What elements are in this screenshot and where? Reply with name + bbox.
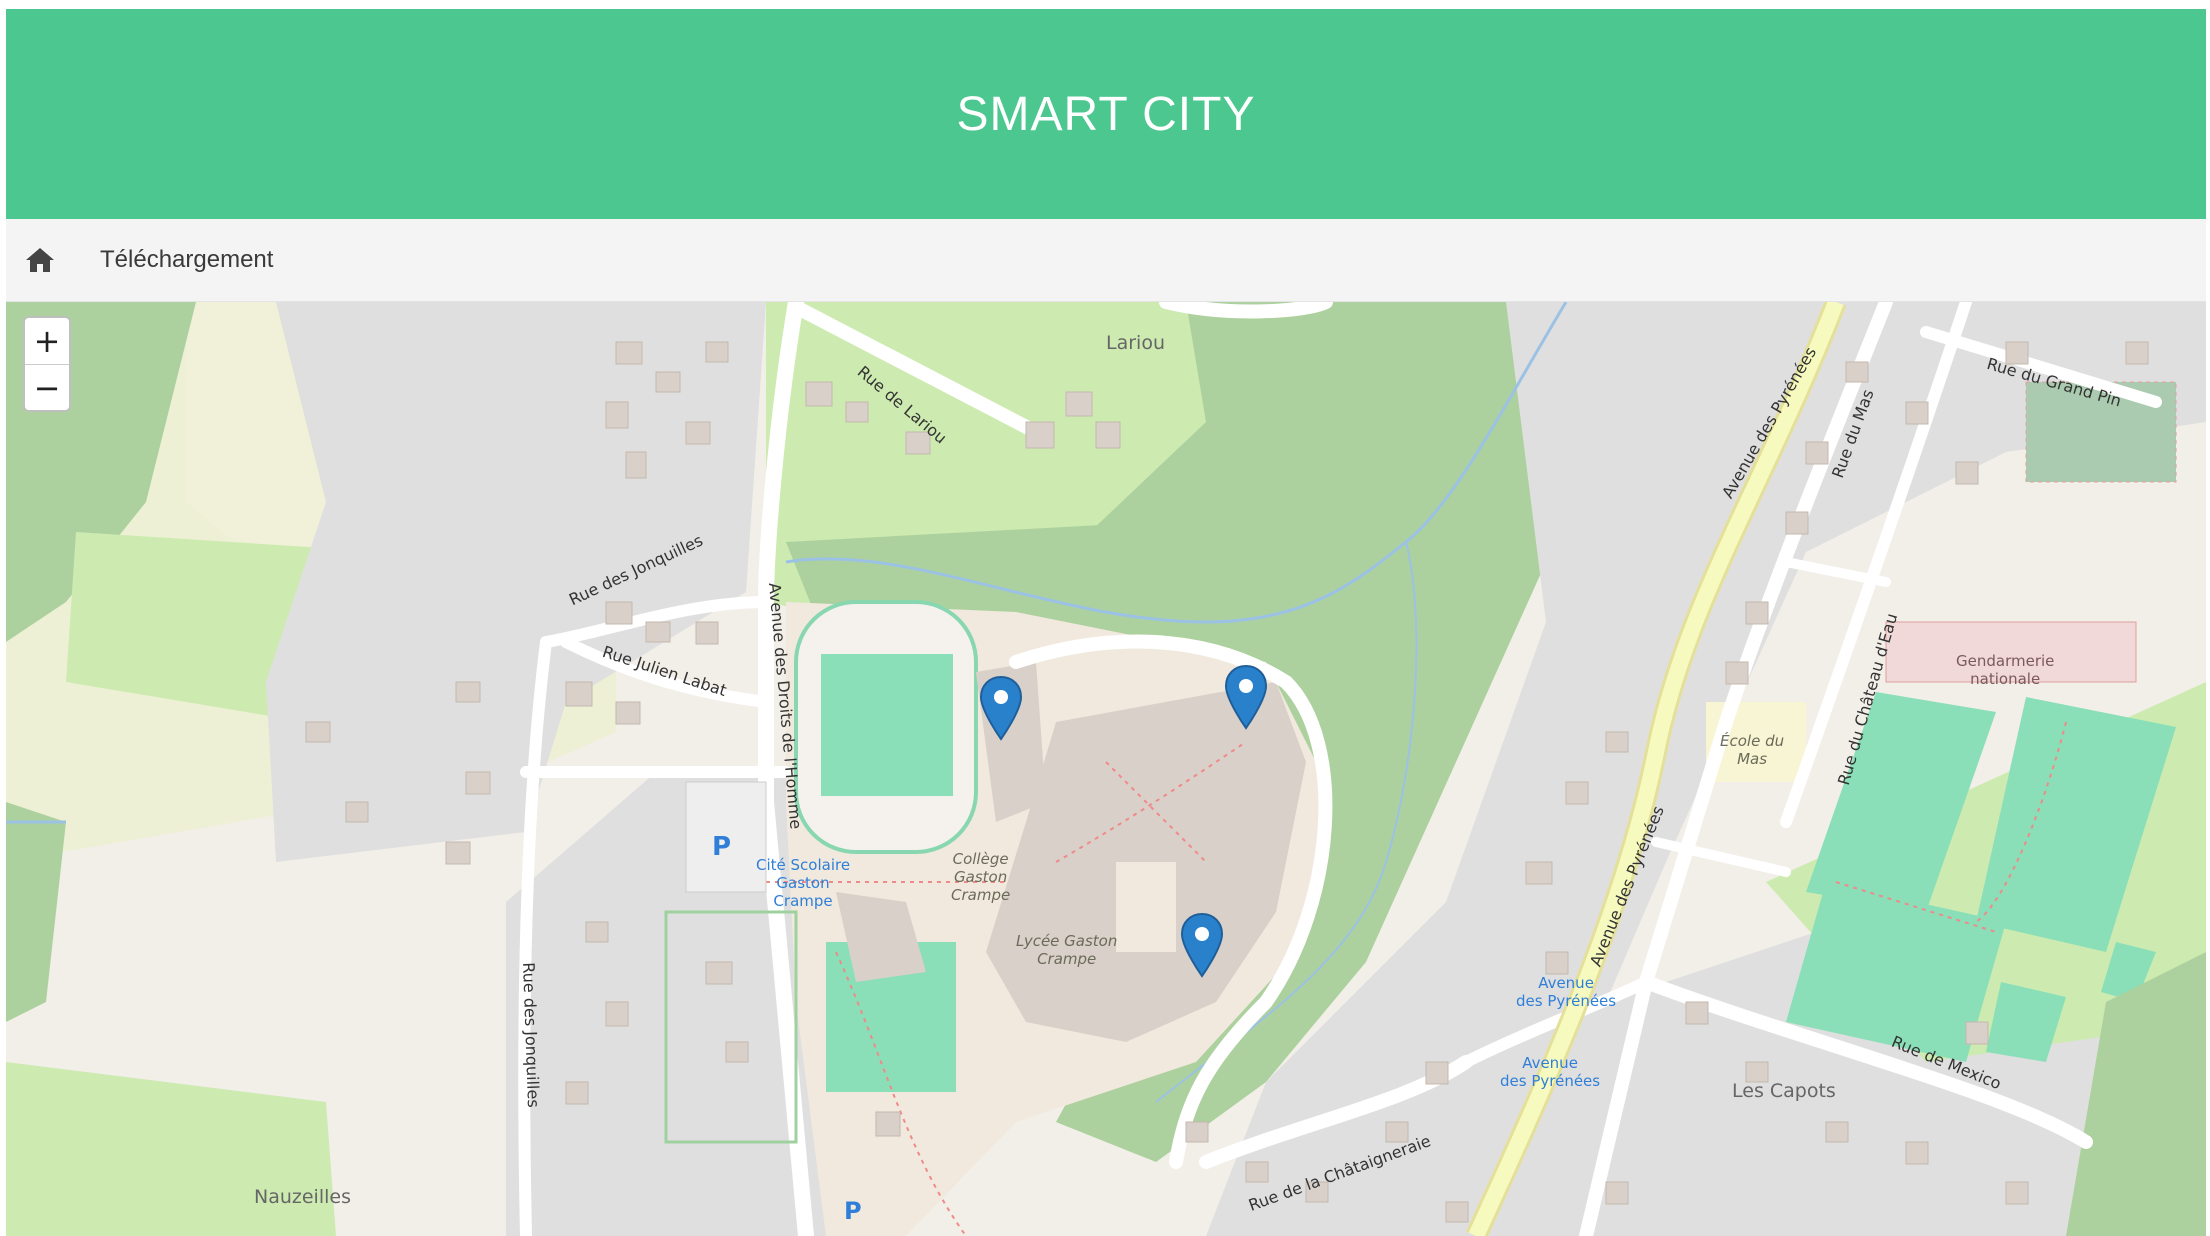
map-label-line: Crampe	[951, 886, 1011, 904]
map-view[interactable]: + − Lariou Rue de Lariou Rue des Jonquil…	[6, 302, 2206, 1236]
map-label-line: des Pyrénées	[1500, 1072, 1601, 1090]
map-marker-icon[interactable]	[979, 675, 1023, 741]
zoom-out-button[interactable]: −	[25, 364, 69, 410]
map-label-line: Mas	[1737, 750, 1768, 768]
map-label-line: Gaston	[954, 868, 1008, 886]
app-title: SMART CITY	[956, 87, 1256, 141]
map-label: Avenue des Pyrénées	[1516, 974, 1616, 1010]
map-label-line: Crampe	[1037, 950, 1097, 968]
download-link[interactable]: Téléchargement	[100, 246, 273, 274]
map-label-line: des Pyrénées	[1516, 992, 1617, 1010]
map-label: Lycée Gaston Crampe	[1016, 932, 1117, 968]
navbar: Téléchargement	[6, 219, 2206, 302]
home-button[interactable]	[22, 242, 58, 278]
app-frame: SMART CITY Téléchargement + − Lariou Rue…	[6, 9, 2206, 1236]
map-label-line: nationale	[1970, 670, 2041, 688]
app-header: SMART CITY	[6, 9, 2206, 219]
map-label-line: Avenue	[1538, 974, 1594, 992]
map-label: Avenue des Pyrénées	[1500, 1054, 1600, 1090]
map-label: École du Mas	[1720, 732, 1784, 768]
map-label-line: Gendarmerie	[1956, 652, 2055, 670]
map-tiles	[6, 302, 2206, 1236]
parking-icon: P	[712, 832, 732, 862]
home-icon	[26, 248, 54, 272]
map-label: Gendarmerie nationale	[1956, 652, 2054, 688]
map-label-line: Avenue	[1522, 1054, 1578, 1072]
map-marker-icon[interactable]	[1224, 664, 1268, 730]
map-label: Lariou	[1106, 332, 1165, 354]
map-label: Nauzeilles	[254, 1186, 351, 1208]
map-label-line: Gaston	[776, 874, 830, 892]
map-label-line: Lycée Gaston	[1016, 932, 1118, 950]
parking-icon: P	[844, 1197, 862, 1225]
map-label-line: École du	[1720, 732, 1785, 750]
map-label: Les Capots	[1732, 1080, 1836, 1102]
map-label-line: Crampe	[773, 892, 833, 910]
map-marker-icon[interactable]	[1180, 912, 1224, 978]
zoom-control: + −	[23, 316, 71, 412]
map-label-line: Collège	[952, 850, 1009, 868]
map-label: Collège Gaston Crampe	[951, 850, 1010, 904]
zoom-in-button[interactable]: +	[25, 318, 69, 364]
map-label: Cité Scolaire Gaston Crampe	[756, 856, 850, 910]
map-label-line: Cité Scolaire	[756, 856, 851, 874]
